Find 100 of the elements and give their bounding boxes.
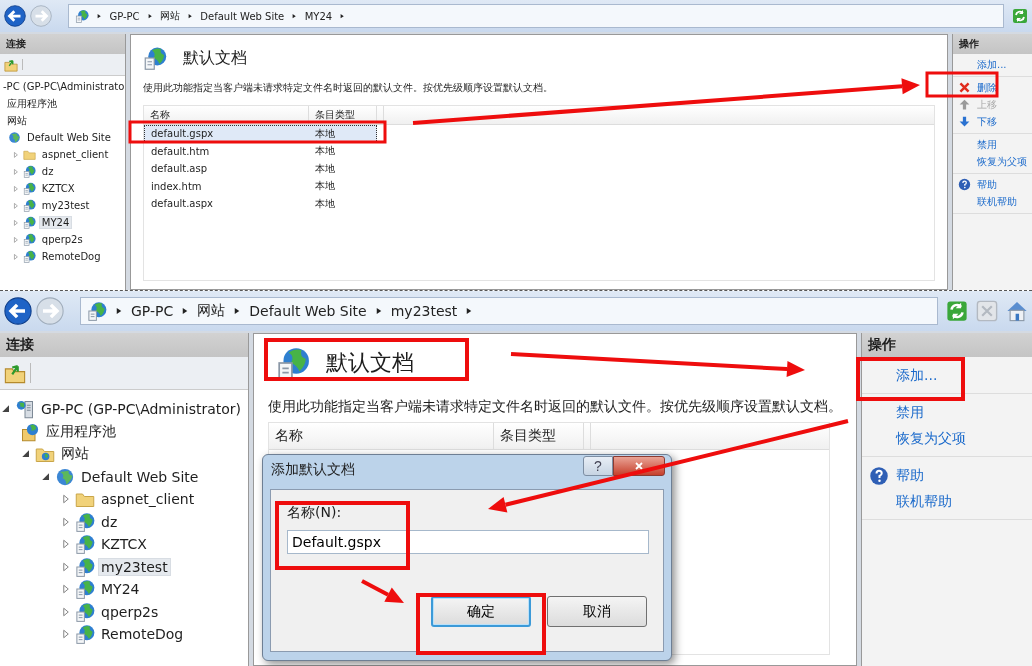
document-row[interactable]: default.asp 本地 [144,160,377,178]
connect-icon[interactable] [4,362,26,384]
document-row[interactable]: default.aspx 本地 [144,195,377,213]
breadcrumb-item[interactable]: GP-PC [131,303,174,319]
tree-item[interactable]: Default Web Site [24,131,114,144]
globe-icon [55,466,75,487]
tree-item[interactable]: KZTCX [98,535,150,554]
ok-button[interactable]: 确定 [431,596,531,627]
web-app-icon [22,233,36,246]
connect-icon[interactable] [4,57,18,72]
refresh-icon[interactable] [1012,8,1028,24]
address-field[interactable]: GP-PC 网站 Default Web Site MY24 [68,4,1004,28]
close-icon[interactable] [633,460,645,472]
delete-icon [957,81,971,94]
field-label: 名称(N): [287,504,343,522]
web-app-icon [22,250,36,263]
home-icon[interactable] [1006,300,1028,322]
web-app-icon [22,216,36,229]
action-link[interactable]: 恢复为父项 [896,430,967,448]
tree-item[interactable]: MY24 [38,216,73,229]
tree-item[interactable]: MY24 [98,580,143,599]
globe-icon [8,131,21,144]
tree-item[interactable]: RemoteDog [98,625,187,644]
name-input-field[interactable]: Default.gspx [287,530,649,554]
tree-item[interactable]: 应用程序池 [4,95,60,112]
tree-item[interactable]: Default Web Site [78,467,202,486]
address-field[interactable]: GP-PC 网站 Default Web Site my23test [80,297,938,325]
web-app-icon [22,165,36,178]
web-app-icon [75,511,95,532]
web-app-icon [75,9,89,23]
help-button[interactable]: ? [583,456,613,476]
tree-item[interactable]: GP-PC (GP-PC\Administrator) [38,400,245,419]
action-link[interactable]: 联机帮助 [896,493,953,511]
help-icon [957,178,971,191]
tree-item[interactable]: RemoteDog [38,250,104,263]
action-link[interactable]: 禁用 [977,137,997,152]
entry-type: 本地 [313,144,336,159]
document-name: index.htm [150,179,203,194]
pane-header: 连接 [0,333,249,357]
column-header[interactable]: 名称 [144,106,309,124]
default-document-icon [276,346,311,380]
tree-item[interactable]: -PC (GP-PC\Administrato [0,80,128,93]
column-header[interactable]: 条目类型 [494,423,585,449]
breadcrumb-item[interactable]: 网站 [197,302,226,320]
document-name: default.aspx [150,197,214,212]
back-button[interactable] [4,5,26,27]
tree-item[interactable]: aspnet_client [98,490,198,509]
web-app-icon [22,182,36,195]
action-link[interactable]: 添加... [977,57,1007,72]
feature-title: 默认文档 [326,349,415,377]
action-link[interactable]: 联机帮助 [977,194,1017,209]
tree-item[interactable]: dz [98,512,121,531]
tree-item[interactable]: qperp2s [38,233,86,246]
breadcrumb-item[interactable]: GP-PC [109,10,140,22]
entry-type: 本地 [313,196,336,211]
breadcrumb-item[interactable]: Default Web Site [200,10,285,22]
web-app-icon [75,556,95,577]
action-link[interactable]: 添加... [896,367,938,385]
document-row[interactable]: default.htm 本地 [144,142,377,160]
folder-icon [22,148,36,161]
web-app-icon [75,624,95,645]
feature-description: 使用此功能指定当客户端未请求特定文件名时返回的默认文件。按优先级顺序设置默认文档。 [268,398,843,416]
action-link[interactable]: 下移 [977,114,997,129]
feature-title: 默认文档 [183,47,247,69]
server-icon [15,399,35,420]
breadcrumb-item[interactable]: 网站 [159,9,180,23]
action-link[interactable]: 帮助 [896,467,925,485]
web-app-icon [87,301,107,321]
action-link[interactable]: 删除 [977,80,997,95]
web-app-icon [75,579,95,600]
tree-item[interactable]: dz [38,165,57,178]
tree-item[interactable]: my23test [38,199,93,212]
default-document-icon [143,46,167,70]
breadcrumb-item[interactable]: Default Web Site [249,303,367,319]
document-name: default.gspx [150,127,215,142]
tree-item[interactable]: qperp2s [98,602,162,621]
document-name: default.asp [150,162,209,177]
breadcrumb-item[interactable]: MY24 [304,10,333,22]
cancel-button[interactable]: 取消 [547,596,647,627]
action-link[interactable]: 禁用 [896,404,925,422]
refresh-icon[interactable] [946,300,968,322]
tree-item[interactable]: KZTCX [38,182,78,195]
column-header[interactable]: 名称 [269,423,495,449]
tree-item[interactable]: my23test [98,557,171,576]
tree-item[interactable]: 网站 [58,444,92,465]
action-link[interactable]: 恢复为父项 [977,154,1027,169]
document-name: default.htm [150,144,211,159]
up-arrow-icon [957,98,971,111]
document-row[interactable]: index.htm 本地 [144,177,377,195]
tree-item[interactable]: aspnet_client [38,148,112,161]
column-header[interactable]: 条目类型 [309,106,377,124]
breadcrumb-item[interactable]: my23test [390,303,458,319]
annotation-arrow [361,579,404,603]
tree-item[interactable]: 网站 [4,112,30,129]
pane-header: 操作 [862,333,1032,357]
action-link[interactable]: 帮助 [977,177,997,192]
pane-header: 连接 [0,34,125,54]
back-button[interactable] [4,297,32,325]
entry-type: 本地 [313,126,336,141]
tree-item[interactable]: 应用程序池 [43,421,119,442]
